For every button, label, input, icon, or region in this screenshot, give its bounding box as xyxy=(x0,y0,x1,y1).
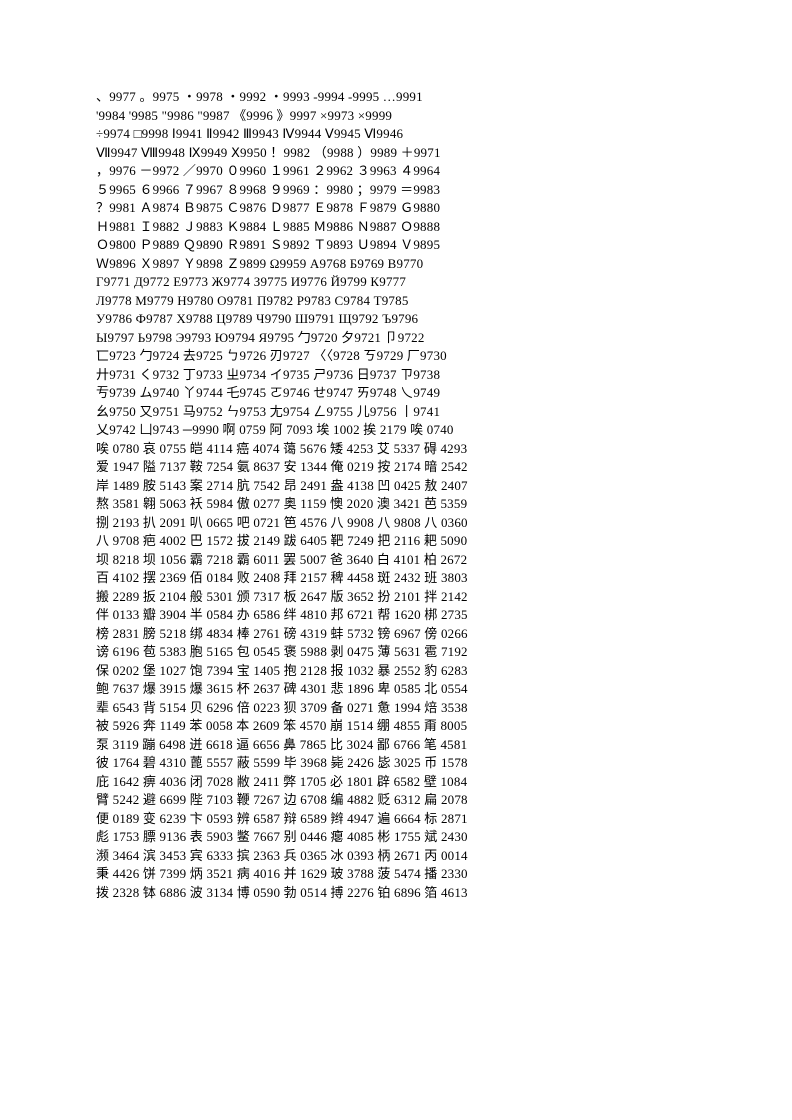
text-line: Л9778 М9779 Н9780 О9781 П9782 Р9783 С978… xyxy=(96,292,696,311)
text-line: ？9981 Ａ9874 Ｂ9875 Ｃ9876 Ｄ9877 Ｅ9878 Ｆ987… xyxy=(96,199,696,218)
text-line: 乂9742 凵9743 ─9990 啊 0759 阿 7093 埃 1002 挨… xyxy=(96,421,696,440)
text-line: Ⅶ9947 Ⅷ9948 Ⅸ9949 Ⅹ9950 ！9982 （9988 ）998… xyxy=(96,144,696,163)
text-line: 彼 1764 碧 4310 蓖 5557 蔽 5599 毕 3968 毙 242… xyxy=(96,754,696,773)
text-line: Ｏ9800 Ｐ9889 Ｑ9890 Ｒ9891 Ｓ9892 Ｔ9893 Ｕ989… xyxy=(96,236,696,255)
text-line: Ы9797 Ь9798 Э9793 Ю9794 Я9795 勹9720 夕972… xyxy=(96,329,696,348)
text-line: 搬 2289 扳 2104 般 5301 颁 7317 板 2647 版 365… xyxy=(96,588,696,607)
text-line: 、9977 。9975 ・9978 ・9992 ・9993 -9994 -999… xyxy=(96,88,696,107)
text-line: 秉 4426 饼 7399 炳 3521 病 4016 并 1629 玻 378… xyxy=(96,865,696,884)
text-line: 廾9731 く9732 丁9733 ㄓ9734 イ9735 ㄕ9736 日973… xyxy=(96,366,696,385)
text-line: 伴 0133 瓣 3904 半 0584 办 6586 绊 4810 邦 672… xyxy=(96,606,696,625)
text-line: 便 0189 变 6239 卞 0593 辨 6587 辩 6589 辫 494… xyxy=(96,810,696,829)
text-line: 捌 2193 扒 2091 叭 0665 吧 0721 笆 4576 八 990… xyxy=(96,514,696,533)
document-page: 、9977 。9975 ・9978 ・9992 ・9993 -9994 -999… xyxy=(0,0,792,902)
text-line: 谤 6196 苞 5383 胞 5165 包 0545 褒 5988 剥 047… xyxy=(96,643,696,662)
text-line: 辈 6543 背 5154 贝 6296 倍 0223 狈 3709 备 027… xyxy=(96,699,696,718)
text-line: 鲍 7637 爆 3915 爆 3615 杯 2637 碑 4301 悲 189… xyxy=(96,680,696,699)
text-line: ５9965 ６9966 ７9967 ８9968 ９9969 ：9980 ；997… xyxy=(96,181,696,200)
text-line: 泵 3119 蹦 6498 迸 6618 逼 6656 鼻 7865 比 302… xyxy=(96,736,696,755)
text-line: 臂 5242 避 6699 陛 7103 鞭 7267 边 6708 编 488… xyxy=(96,791,696,810)
text-line: Ｗ9896 Ｘ9897 Ｙ9898 Ｚ9899 Ω9959 А9768 Б976… xyxy=(96,255,696,274)
text-line: 榜 2831 膀 5218 绑 4834 棒 2761 磅 4319 蚌 573… xyxy=(96,625,696,644)
text-line: 匸9723 勹9724 去9725 ㄅ9726 刃9727 〈〈9728 ㄎ97… xyxy=(96,347,696,366)
text-line: 熬 3581 翱 5063 袄 5984 傲 0277 奥 1159 懊 202… xyxy=(96,495,696,514)
text-line: ÷9974 □9998 Ⅰ9941 Ⅱ9942 Ⅲ9943 Ⅳ9944 Ⅴ994… xyxy=(96,125,696,144)
text-line: ，9976 －9972 ／9970 ０9960 １9961 ２9962 ３996… xyxy=(96,162,696,181)
text-line: 被 5926 奔 1149 苯 0058 本 2609 笨 4570 崩 151… xyxy=(96,717,696,736)
text-line: 唉 0780 哀 0755 皑 4114 癌 4074 蔼 5676 矮 425… xyxy=(96,440,696,459)
text-line: 爱 1947 隘 7137 鞍 7254 氨 8637 安 1344 俺 021… xyxy=(96,458,696,477)
text-line: Г9771 Д9772 Е9773 Ж9774 З9775 И9776 Й979… xyxy=(96,273,696,292)
text-line: '9984 '9985 "9986 "9987 《9996 》9997 ×997… xyxy=(96,107,696,126)
text-line: 亐9739 ム9740 丫9744 乇9745 ㄛ9746 せ9747 ㄞ974… xyxy=(96,384,696,403)
text-line: 保 0202 堡 1027 饱 7394 宝 1405 抱 2128 报 103… xyxy=(96,662,696,681)
text-line: 八 9708 疤 4002 巴 1572 拔 2149 跋 6405 靶 724… xyxy=(96,532,696,551)
text-line: 庇 1642 痹 4036 闭 7028 敝 2411 弊 1705 必 180… xyxy=(96,773,696,792)
text-line: 濒 3464 滨 3453 宾 6333 摈 2363 兵 0365 冰 039… xyxy=(96,847,696,866)
text-line: 彪 1753 膘 9136 表 5903 鳖 7667 别 0446 瘪 408… xyxy=(96,828,696,847)
text-line: Ｈ9881 Ｉ9882 Ｊ9883 Ｋ9884 Ｌ9885 Ｍ9886 Ｎ988… xyxy=(96,218,696,237)
text-line: 百 4102 摆 2369 佰 0184 败 2408 拜 2157 稗 445… xyxy=(96,569,696,588)
text-line: У9786 Ф9787 Х9788 Ц9789 Ч9790 Ш9791 Щ979… xyxy=(96,310,696,329)
text-line: 坝 8218 坝 1056 霸 7218 霸 6011 罢 5007 爸 364… xyxy=(96,551,696,570)
text-line: 幺9750 又9751 马9752 ㄣ9753 尢9754 ㄥ9755 儿975… xyxy=(96,403,696,422)
text-line: 岸 1489 胺 5143 案 2714 肮 7542 昂 2491 盎 413… xyxy=(96,477,696,496)
text-line: 拨 2328 钵 6886 波 3134 博 0590 勃 0514 搏 227… xyxy=(96,884,696,903)
